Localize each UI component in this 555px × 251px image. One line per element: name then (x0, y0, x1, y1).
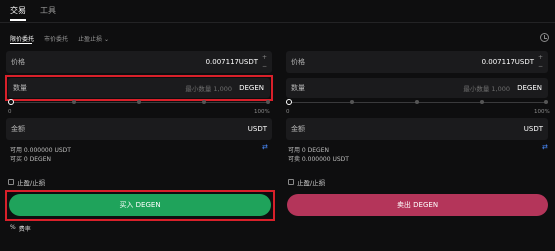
slider-knob[interactable] (286, 99, 292, 105)
sell-tp-sl-checkbox[interactable] (288, 179, 294, 185)
sell-quantity-field[interactable]: 数量 最小数量 1,000 DEGEN (286, 78, 548, 98)
sell-tp-sl-toggle[interactable]: 止盈/止损 (288, 177, 325, 187)
buy-price-label: 价格 (11, 58, 25, 66)
slider-step[interactable] (72, 100, 76, 104)
sell-price-value: 0.007117 (481, 58, 515, 66)
clock-icon[interactable] (540, 33, 549, 42)
slider-step[interactable] (415, 100, 419, 104)
sell-button[interactable]: 卖出 DEGEN (287, 194, 548, 216)
sell-available: 可用 0 DEGEN (288, 147, 329, 154)
slider-knob[interactable] (8, 99, 14, 105)
sell-price-unit: USDT (514, 58, 534, 66)
buy-price-value: 0.007117 (205, 58, 239, 66)
tab-tp-sl-label: 止盈止损 (78, 35, 103, 43)
buy-max-buyable: 可买 0 DEGEN (10, 156, 51, 163)
swap-icon[interactable]: ⇄ (542, 143, 548, 151)
slider-step[interactable] (480, 100, 484, 104)
sell-amount-slider[interactable] (286, 99, 548, 105)
highlight-box (5, 190, 275, 221)
buy-amount-slider[interactable] (8, 99, 270, 105)
sell-total-label: 金额 (291, 125, 305, 133)
decrement-icon[interactable]: − (536, 63, 545, 70)
sell-quantity-placeholder: 最小数量 1,000 (463, 85, 510, 93)
sell-total-unit: USDT (523, 125, 543, 133)
percent-icon: % (10, 224, 16, 231)
order-type-tabs: 限价委托 市价委托 止盈止损 ⌄ (10, 33, 109, 43)
slider-step[interactable] (544, 100, 548, 104)
sell-quantity-unit: DEGEN (517, 84, 542, 92)
slider-max-label: 100% (254, 109, 270, 115)
buy-total-unit: USDT (247, 125, 267, 133)
order-tab-underline (10, 43, 32, 45)
slider-min-label: 0 (286, 109, 290, 115)
slider-step[interactable] (137, 100, 141, 104)
tab-market-order[interactable]: 市价委托 (44, 34, 68, 43)
tab-trade[interactable]: 交易 (10, 6, 26, 20)
buy-total-field[interactable]: 金额 USDT (6, 118, 272, 140)
tab-underline (10, 19, 26, 21)
slider-max-label: 100% (534, 109, 550, 115)
sell-tp-sl-label: 止盈/止损 (297, 179, 326, 187)
tab-tools[interactable]: 工具 (40, 6, 56, 20)
buy-price-unit: USDT (238, 58, 258, 66)
sell-price-label: 价格 (291, 58, 305, 66)
tab-tp-sl[interactable]: 止盈止损 ⌄ (78, 34, 109, 43)
divider (0, 22, 555, 23)
slider-step[interactable] (202, 100, 206, 104)
slider-step[interactable] (350, 100, 354, 104)
tab-limit-order[interactable]: 限价委托 (10, 34, 34, 43)
fee-label: 费率 (18, 226, 31, 233)
highlight-box (5, 75, 273, 101)
fee-rate[interactable]: % 费率 (10, 224, 31, 233)
increment-icon[interactable]: + (536, 54, 545, 61)
top-tabs: 交易 工具 (10, 6, 56, 20)
sell-button-label: 卖出 DEGEN (396, 201, 439, 209)
swap-icon[interactable]: ⇄ (262, 143, 268, 151)
buy-price-stepper[interactable]: + − (260, 54, 269, 70)
decrement-icon[interactable]: − (260, 63, 269, 70)
slider-min-label: 0 (8, 109, 12, 115)
buy-tp-sl-label: 止盈/止损 (17, 179, 46, 187)
sell-max-sellable: 可卖 0.000000 USDT (288, 156, 349, 163)
increment-icon[interactable]: + (260, 54, 269, 61)
sell-price-field[interactable]: 价格 0.007117 USDT + − (286, 51, 548, 73)
buy-available: 可用 0.000000 USDT (10, 147, 71, 154)
buy-price-field[interactable]: 价格 0.007117 USDT + − (6, 51, 272, 73)
buy-tp-sl-checkbox[interactable] (8, 179, 14, 185)
slider-step[interactable] (266, 100, 270, 104)
chevron-down-icon: ⌄ (103, 35, 109, 43)
sell-total-field[interactable]: 金额 USDT (286, 118, 548, 140)
sell-quantity-label: 数量 (291, 84, 305, 92)
buy-tp-sl-toggle[interactable]: 止盈/止损 (8, 177, 45, 187)
sell-price-stepper[interactable]: + − (536, 54, 545, 70)
buy-total-label: 金额 (11, 125, 25, 133)
